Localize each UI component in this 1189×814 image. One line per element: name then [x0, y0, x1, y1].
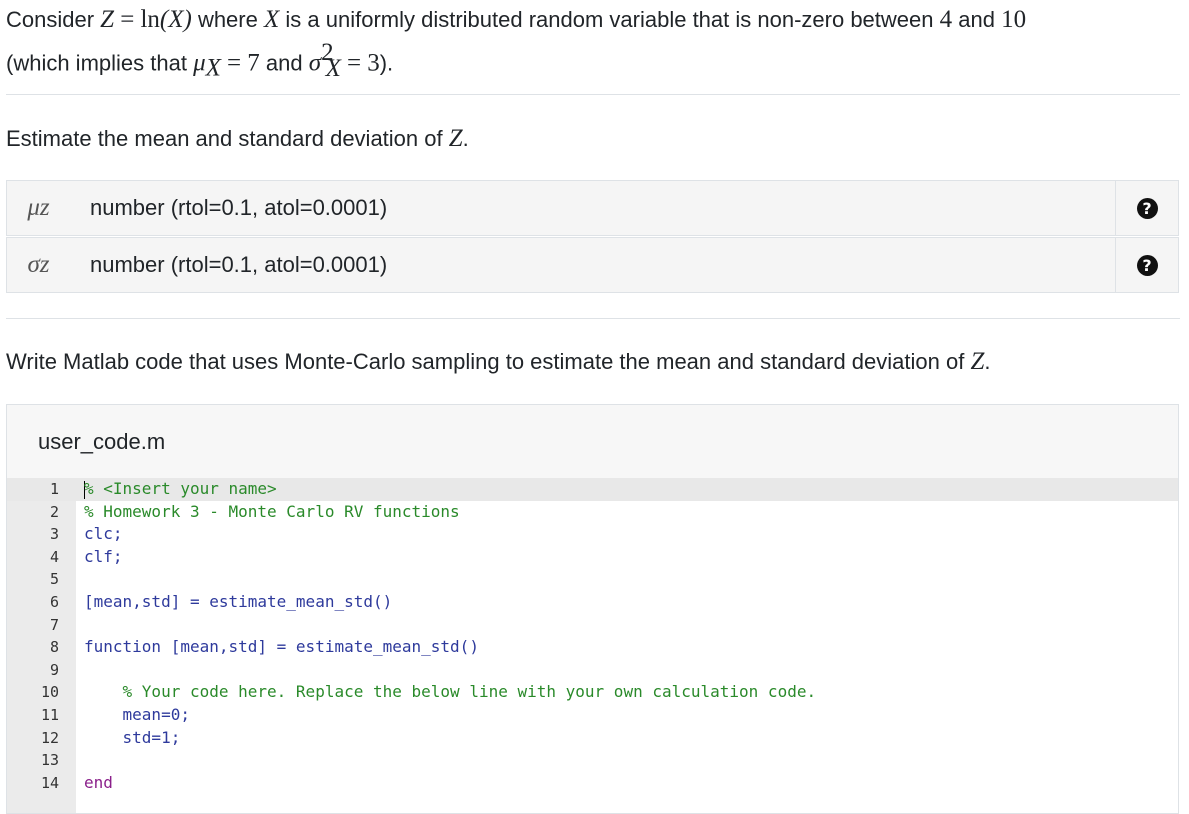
- mu-z-label: μz: [7, 181, 71, 235]
- sigma-z-input[interactable]: [70, 238, 1115, 292]
- help-button-mu[interactable]: ?: [1115, 181, 1178, 235]
- code-line[interactable]: 3 clc;: [7, 523, 1178, 546]
- divider: [6, 318, 1180, 319]
- help-button-sigma[interactable]: ?: [1115, 238, 1178, 292]
- code-editor-card: user_code.m 1 % <Insert your name> 2 % H…: [6, 404, 1179, 814]
- code-line[interactable]: 4 clf;: [7, 546, 1178, 569]
- question-matlab: Write Matlab code that uses Monte-Carlo …: [6, 348, 991, 375]
- mu-z-input[interactable]: [70, 181, 1115, 235]
- problem-statement: Consider Z = ln(X) where X is a uniforml…: [6, 6, 1027, 82]
- code-line[interactable]: 1 % <Insert your name>: [7, 478, 1178, 501]
- code-editor[interactable]: 1 % <Insert your name> 2 % Homework 3 - …: [7, 478, 1178, 813]
- answer-row-mu: μz ?: [6, 180, 1179, 236]
- question-circle-icon: ?: [1136, 197, 1158, 219]
- code-line[interactable]: 2 % Homework 3 - Monte Carlo RV function…: [7, 501, 1178, 524]
- sigma-z-label: σz: [7, 238, 71, 292]
- code-line[interactable]: 10 % Your code here. Replace the below l…: [7, 681, 1178, 704]
- code-line[interactable]: 6 [mean,std] = estimate_mean_std(): [7, 591, 1178, 614]
- code-line[interactable]: 7: [7, 614, 1178, 637]
- code-line[interactable]: 14 end: [7, 772, 1178, 795]
- var-z: Z: [100, 6, 115, 33]
- question-estimate: Estimate the mean and standard deviation…: [6, 125, 469, 152]
- code-filename: user_code.m: [38, 429, 166, 454]
- code-line[interactable]: 5: [7, 568, 1178, 591]
- question-circle-icon: ?: [1136, 254, 1158, 276]
- code-line[interactable]: 12 std=1;: [7, 727, 1178, 750]
- code-line[interactable]: 11 mean=0;: [7, 704, 1178, 727]
- code-line[interactable]: 8 function [mean,std] = estimate_mean_st…: [7, 636, 1178, 659]
- code-line[interactable]: 13: [7, 749, 1178, 772]
- divider: [6, 94, 1180, 95]
- code-line[interactable]: 9: [7, 659, 1178, 682]
- answer-row-sigma: σz ?: [6, 237, 1179, 293]
